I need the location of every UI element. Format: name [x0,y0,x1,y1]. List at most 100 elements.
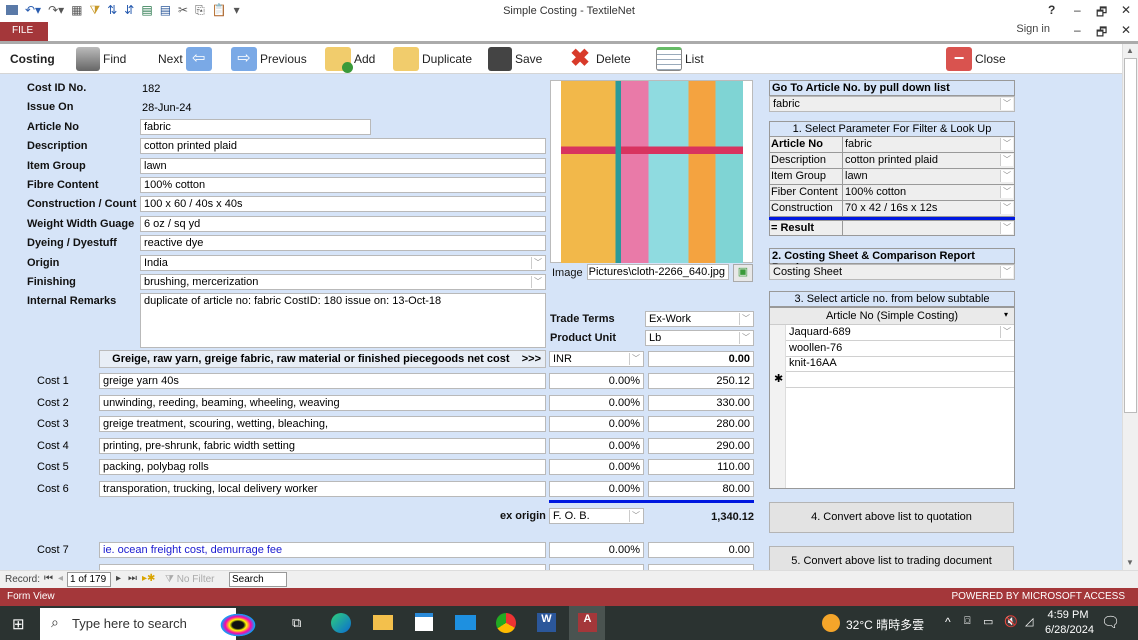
show-hidden-icons[interactable]: ^ [945,615,951,629]
no-filter-button[interactable]: ⧩ No Filter [165,574,215,585]
cost-pct-field[interactable]: 0.00% [549,394,644,411]
image-path-field[interactable]: Pictures\cloth-2266_640.jpg [587,264,729,280]
chevron-down-icon[interactable]: ﹀ [1000,326,1013,338]
chevron-down-icon[interactable]: ﹀ [1000,202,1013,214]
meet-now-icon[interactable]: ⌼ [964,615,971,628]
chevron-down-icon[interactable]: ﹀ [739,313,752,325]
convert-trading-button[interactable]: 5. Convert above list to trading documen… [769,546,1014,570]
goto-article-select[interactable]: fabric ﹀ [769,96,1015,112]
new-row[interactable] [786,372,1014,388]
fibre-content-field[interactable]: 100% cotton [140,177,546,193]
clock-time[interactable]: 4:59 PM [1047,609,1089,621]
chevron-down-icon[interactable]: ﹀ [1000,170,1013,182]
word-icon[interactable]: W [537,613,556,632]
list-button[interactable]: List [656,44,704,74]
cost-desc-field[interactable]: greige yarn 40s [99,373,546,389]
cost-amount-field[interactable]: 80.00 [648,481,754,497]
filter-row-select[interactable]: fabric ﹀ [842,137,1014,152]
record-search-field[interactable]: Search [229,572,287,587]
help-button[interactable]: ? [1048,3,1055,17]
find-button[interactable]: Find [76,44,126,74]
cost-desc-field[interactable]: printing, pre-shrunk, fabric width setti… [99,437,546,454]
sign-in-link[interactable]: Sign in [1016,23,1050,35]
remarks-textarea[interactable]: duplicate of article no: fabric CostID: … [140,293,546,348]
sort-arrow-icon[interactable]: ▾ [1004,310,1008,319]
cost-desc-field[interactable]: greige treatment, scouring, wetting, ble… [99,416,546,433]
cost-desc-field[interactable]: packing, polybag rolls [99,459,546,476]
battery-icon[interactable]: ▭ [983,615,993,628]
cost-amount-field[interactable]: 290.00 [648,437,754,454]
filter-row-select[interactable]: 100% cotton ﹀ [842,185,1014,200]
product-unit-select[interactable]: Lb ﹀ [645,330,754,346]
item-group-field[interactable]: lawn [140,158,546,174]
origin-select[interactable]: India ﹀ [140,255,546,271]
next-button[interactable]: Next ⇦ [158,44,212,74]
last-record-icon[interactable]: ⏭ [128,573,137,584]
chevron-down-icon[interactable]: ﹀ [1000,266,1013,278]
file-explorer-icon[interactable] [373,615,393,630]
subtable-column-header[interactable]: Article No (Simple Costing) ▾ [770,308,1014,325]
access-taskbar-button[interactable]: A [569,606,605,640]
result-select[interactable]: ﹀ [842,221,1014,235]
duplicate-button[interactable]: Duplicate [393,44,472,74]
chevron-down-icon[interactable]: ﹀ [739,332,752,344]
cost-desc-field[interactable]: unwinding, reeding, beaming, wheeling, w… [99,394,546,411]
cost-amount-field[interactable]: 280.00 [648,416,754,433]
finishing-select[interactable]: brushing, mercerization ﹀ [140,274,546,290]
add-image-icon[interactable]: ▣ [733,264,753,282]
add-button[interactable]: Add [325,44,375,74]
restore-button[interactable]: 🗗 [1096,3,1107,24]
chevron-down-icon[interactable]: ﹀ [629,510,642,522]
delete-button[interactable]: ✖ Delete [567,44,631,74]
new-record-icon[interactable]: ▸✱ [142,573,155,584]
weight-field[interactable]: 6 oz / sq yd [140,216,546,232]
cost7-desc-field[interactable]: ie. ocean freight cost, demurrage fee [99,542,546,558]
scroll-thumb[interactable] [1124,58,1137,413]
close-button[interactable]: − Close [946,44,1006,74]
cost-pct-field[interactable]: 0.00% [549,459,644,476]
subtable-row[interactable]: knit-16AA [786,356,1014,372]
subtable-row[interactable]: woollen-76 [786,341,1014,357]
cost-pct-field[interactable]: 0.00% [549,437,644,454]
close-window-button[interactable]: ✕ [1121,3,1131,17]
store-icon[interactable] [415,613,433,631]
cost-pct-field[interactable]: 0.00% [549,481,644,497]
file-tab[interactable]: FILE [0,22,48,41]
scroll-down-icon[interactable]: ▼ [1126,558,1134,567]
ex-origin-select[interactable]: F. O. B. ﹀ [549,508,644,524]
currency-select[interactable]: INR ﹀ [549,351,644,367]
network-icon[interactable]: ◿ [1025,615,1033,628]
first-record-icon[interactable]: ⏮ [44,573,53,584]
doc-minimize-button[interactable]: – [1074,23,1081,37]
next-record-icon[interactable]: ▸ [116,573,121,584]
filter-row-select[interactable]: cotton printed plaid ﹀ [842,153,1014,168]
trade-terms-select[interactable]: Ex-Work ﹀ [645,311,754,327]
article-no-field[interactable]: fabric [140,119,371,135]
chevron-down-icon[interactable]: ﹀ [1000,186,1013,198]
cost-pct-field[interactable]: 0.00% [549,416,644,433]
description-field[interactable]: cotton printed plaid [140,138,546,154]
chevron-down-icon[interactable]: ﹀ [1000,138,1013,150]
chevron-down-icon[interactable]: ﹀ [531,276,544,288]
volume-muted-icon[interactable]: 🔇 [1004,615,1018,628]
taskbar-search-box[interactable]: ⌕ Type here to search [40,608,258,640]
edge-icon[interactable] [331,613,351,633]
cost7-amount-field[interactable]: 0.00 [648,542,754,558]
report-select[interactable]: Costing Sheet ﹀ [769,264,1015,280]
cost-amount-field[interactable]: 110.00 [648,459,754,476]
chevron-down-icon[interactable]: ﹀ [629,353,642,365]
net-cost-value[interactable]: 0.00 [648,351,754,367]
chrome-icon[interactable] [496,613,516,633]
cost-amount-field[interactable]: 250.12 [648,373,754,389]
chevron-down-icon[interactable]: ﹀ [1000,98,1013,110]
subtable-row[interactable]: Jaquard-689 ﹀ [786,325,1014,341]
previous-button[interactable]: ⇨ Previous [231,44,307,74]
record-position-field[interactable]: 1 of 179 [67,572,111,587]
filter-row-select[interactable]: lawn ﹀ [842,169,1014,184]
minimize-button[interactable]: – [1074,3,1081,17]
cost-pct-field[interactable]: 0.00% [549,373,644,389]
save-button[interactable]: Save [488,44,542,74]
clock-date[interactable]: 6/28/2024 [1045,624,1094,636]
chevron-down-icon[interactable]: ﹀ [1000,154,1013,166]
convert-quotation-button[interactable]: 4. Convert above list to quotation [769,502,1014,533]
